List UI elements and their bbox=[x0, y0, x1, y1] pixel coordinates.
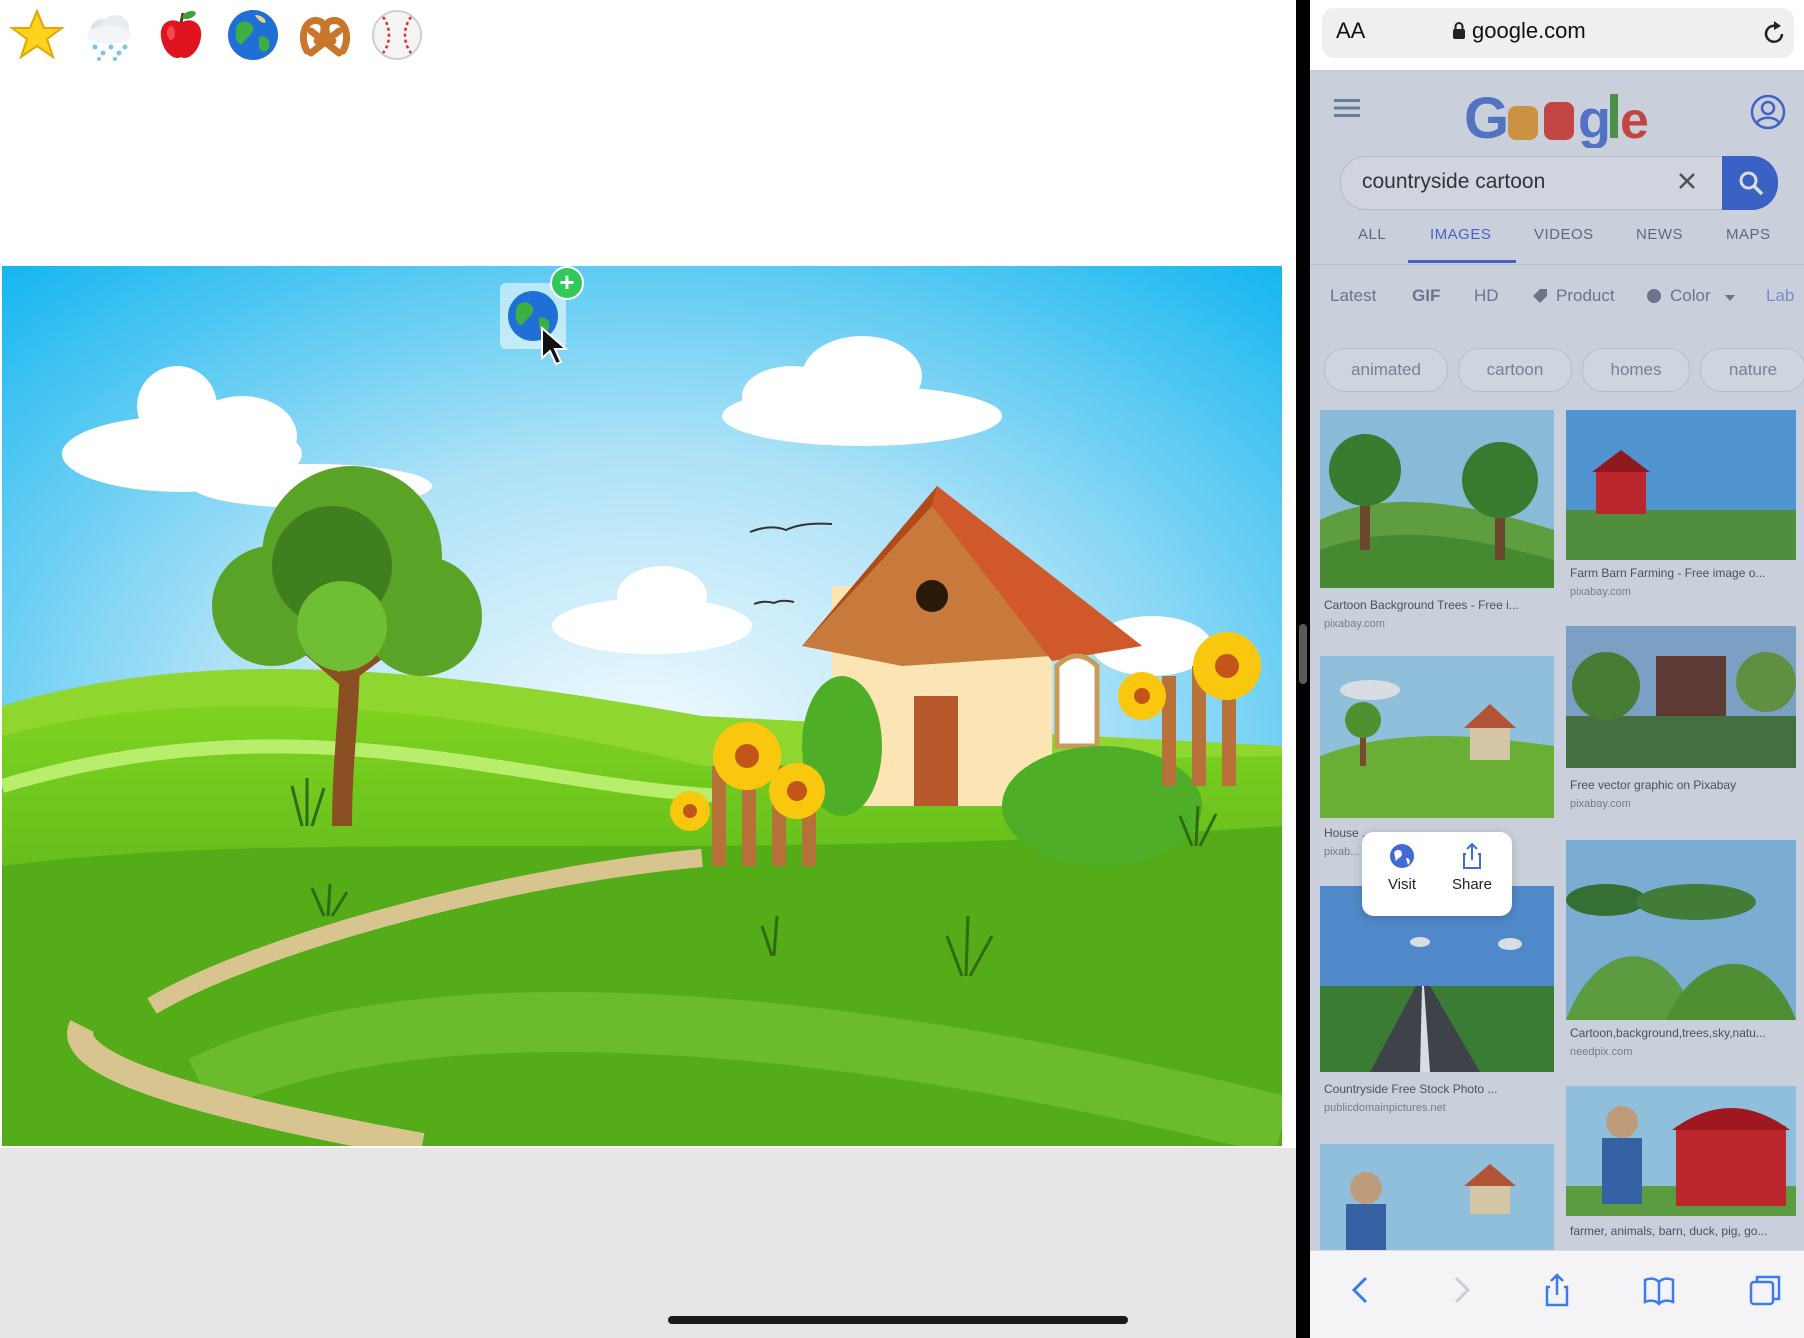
tab-videos[interactable]: VIDEOS bbox=[1534, 226, 1594, 243]
emoji-toolbar bbox=[8, 6, 426, 70]
result-image-hills[interactable] bbox=[1566, 840, 1796, 1020]
tab-news[interactable]: NEWS bbox=[1636, 226, 1683, 243]
search-query-text[interactable]: countryside cartoon bbox=[1362, 170, 1545, 194]
svg-text:g: g bbox=[1578, 90, 1611, 148]
result-image-farmer[interactable] bbox=[1320, 1144, 1554, 1250]
cloud-snow-icon[interactable] bbox=[80, 6, 138, 64]
google-doodle-logo[interactable]: G g e bbox=[1460, 76, 1660, 148]
chip-nature[interactable]: nature bbox=[1700, 348, 1804, 392]
tabs-icon[interactable] bbox=[1748, 1273, 1782, 1307]
url-text[interactable]: google.com bbox=[1472, 18, 1586, 44]
globe-icon bbox=[1390, 844, 1414, 868]
result-caption[interactable]: Farm Barn Farming - Free image o... bbox=[1570, 566, 1802, 580]
globe-icon[interactable] bbox=[224, 6, 282, 64]
result-source: pixab... bbox=[1324, 846, 1360, 858]
pointer-cursor-icon bbox=[541, 326, 569, 366]
filter-product[interactable]: Product bbox=[1556, 286, 1615, 306]
chip-animated[interactable]: animated bbox=[1324, 348, 1448, 392]
star-icon[interactable] bbox=[8, 6, 66, 64]
result-image-barn[interactable] bbox=[1566, 410, 1796, 560]
split-view-handle[interactable] bbox=[1299, 624, 1307, 684]
drawing-app: + bbox=[0, 0, 1296, 1338]
share-icon bbox=[1463, 842, 1481, 869]
text-size-button[interactable]: AA bbox=[1336, 18, 1365, 44]
bookmarks-icon[interactable] bbox=[1642, 1273, 1676, 1307]
reload-icon[interactable] bbox=[1762, 20, 1786, 46]
search-button[interactable] bbox=[1722, 156, 1778, 210]
apple-icon[interactable] bbox=[152, 6, 210, 64]
result-image-farm-barn[interactable] bbox=[1566, 1086, 1796, 1216]
chip-homes[interactable]: homes bbox=[1582, 348, 1690, 392]
tab-maps[interactable]: MAPS bbox=[1726, 226, 1771, 243]
hamburger-menu-icon[interactable] bbox=[1334, 98, 1360, 118]
result-image-house[interactable] bbox=[1320, 656, 1554, 818]
result-source: pixabay.com bbox=[1570, 798, 1631, 810]
filter-gif[interactable]: GIF bbox=[1412, 286, 1440, 306]
result-source: needpix.com bbox=[1570, 1046, 1633, 1058]
result-image-mill[interactable] bbox=[1566, 626, 1796, 768]
tab-images[interactable]: IMAGES bbox=[1430, 226, 1491, 243]
search-icon bbox=[1739, 171, 1764, 196]
countryside-scene-image[interactable] bbox=[2, 266, 1282, 1146]
filter-latest[interactable]: Latest bbox=[1330, 286, 1376, 306]
svg-text:e: e bbox=[1620, 92, 1649, 148]
visit-label: Visit bbox=[1387, 876, 1417, 893]
forward-icon[interactable] bbox=[1444, 1273, 1478, 1307]
result-caption[interactable]: Free vector graphic on Pixabay bbox=[1570, 778, 1802, 792]
result-caption[interactable]: Cartoon,background,trees,sky,natu... bbox=[1570, 1026, 1802, 1040]
pretzel-icon[interactable] bbox=[296, 6, 354, 64]
tag-icon bbox=[1533, 289, 1547, 303]
home-indicator[interactable] bbox=[668, 1316, 1128, 1324]
clear-search-icon[interactable] bbox=[1678, 172, 1696, 190]
browser-toolbar bbox=[1310, 1250, 1804, 1338]
account-icon[interactable] bbox=[1750, 94, 1786, 130]
share-icon[interactable] bbox=[1540, 1273, 1574, 1307]
result-image-trees[interactable] bbox=[1320, 410, 1554, 588]
add-badge-icon: + bbox=[550, 266, 584, 300]
lock-icon bbox=[1453, 22, 1465, 39]
safari-browser: AA google.com G g e countryside cartoon … bbox=[1310, 0, 1804, 1338]
result-caption[interactable]: Countryside Free Stock Photo ... bbox=[1324, 1082, 1556, 1096]
palette-icon bbox=[1647, 289, 1661, 303]
baseball-icon[interactable] bbox=[368, 6, 426, 64]
share-button[interactable]: Share bbox=[1442, 842, 1502, 893]
svg-text:G: G bbox=[1464, 86, 1509, 148]
tab-all[interactable]: ALL bbox=[1358, 226, 1386, 243]
share-label: Share bbox=[1451, 876, 1493, 893]
result-source: pixabay.com bbox=[1324, 618, 1385, 630]
result-caption[interactable]: House ... e - F... bbox=[1324, 826, 1364, 840]
back-icon[interactable] bbox=[1344, 1273, 1378, 1307]
filter-labeled[interactable]: Lab bbox=[1766, 286, 1794, 306]
active-tab-indicator bbox=[1408, 260, 1516, 263]
image-context-popup: Visit Share bbox=[1362, 832, 1512, 916]
chevron-down-icon bbox=[1725, 295, 1735, 301]
filter-color[interactable]: Color bbox=[1670, 286, 1711, 306]
chip-cartoon[interactable]: cartoon bbox=[1458, 348, 1572, 392]
result-source: publicdomainpictures.net bbox=[1324, 1102, 1446, 1114]
tabs-divider bbox=[1310, 264, 1804, 265]
result-source: pixabay.com bbox=[1570, 586, 1631, 598]
visit-button[interactable]: Visit bbox=[1372, 842, 1432, 893]
canvas-footer-area bbox=[0, 1148, 1296, 1338]
filter-hd[interactable]: HD bbox=[1474, 286, 1499, 306]
result-caption[interactable]: farmer, animals, barn, duck, pig, go... bbox=[1570, 1224, 1802, 1238]
result-caption[interactable]: Cartoon Background Trees - Free i... bbox=[1324, 598, 1556, 612]
